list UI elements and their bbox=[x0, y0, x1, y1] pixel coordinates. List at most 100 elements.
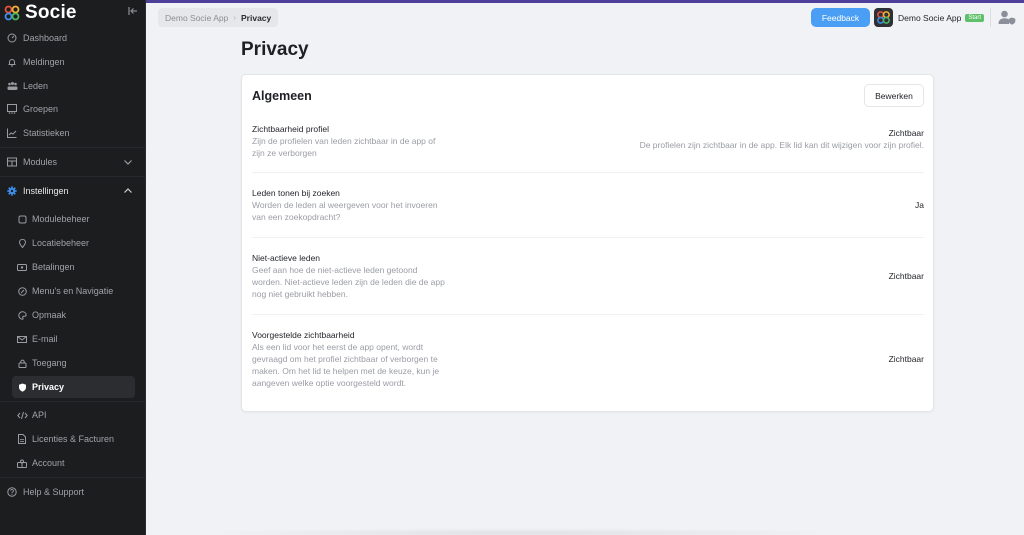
sidebar-item-statistieken[interactable]: Statistieken bbox=[0, 122, 146, 144]
app-name: Demo Socie App bbox=[898, 12, 962, 23]
chevron-down-icon bbox=[124, 160, 132, 165]
row-divider bbox=[252, 237, 924, 238]
sidebar-item-label: Dashboard bbox=[23, 33, 68, 43]
chart-icon bbox=[6, 127, 18, 139]
brand[interactable]: Socie bbox=[4, 2, 77, 24]
sidebar-divider bbox=[0, 401, 146, 402]
payment-icon bbox=[16, 261, 28, 273]
sidebar-item-modules[interactable]: Modules bbox=[0, 151, 146, 173]
setting-label: Niet-actieve leden bbox=[252, 253, 321, 263]
members-icon bbox=[6, 80, 18, 92]
brand-name: Socie bbox=[25, 2, 77, 23]
palette-icon bbox=[16, 309, 28, 321]
setting-description: Als een lid voor het eerst de app opent,… bbox=[252, 342, 440, 388]
setting-row-suggested-visibility: Voorgestelde zichtbaarheid Als een lid v… bbox=[252, 329, 924, 389]
socie-logo-icon bbox=[4, 5, 20, 21]
sidebar-item-label: Privacy bbox=[32, 382, 65, 392]
sidebar-divider bbox=[0, 176, 146, 177]
sidebar-item-instellingen[interactable]: Instellingen bbox=[0, 180, 146, 202]
sidebar-item-label: Modules bbox=[23, 157, 58, 167]
setting-label: Leden tonen bij zoeken bbox=[252, 188, 340, 198]
sidebar-item-api[interactable]: API bbox=[0, 404, 146, 426]
sidebar-item-help-support[interactable]: Help & Support bbox=[0, 481, 146, 503]
account-icon bbox=[16, 457, 28, 469]
sidebar-item-toegang[interactable]: Toegang bbox=[0, 352, 146, 374]
collapse-sidebar-button[interactable] bbox=[126, 4, 140, 18]
code-icon bbox=[16, 409, 28, 421]
setting-value: Zichtbaar bbox=[888, 354, 924, 364]
sidebar-item-label: Licenties & Facturen bbox=[32, 434, 115, 444]
setting-label: Zichtbaarheid profiel bbox=[252, 124, 330, 134]
sidebar-item-leden[interactable]: Leden bbox=[0, 75, 146, 97]
sidebar-item-label: Modulebeheer bbox=[32, 214, 90, 224]
setting-value: Zichtbaar bbox=[888, 128, 924, 138]
sidebar-item-betalingen[interactable]: Betalingen bbox=[0, 256, 146, 278]
sidebar-item-menus-navigatie[interactable]: Menu's en Navigatie bbox=[0, 280, 146, 302]
sidebar-item-label: Meldingen bbox=[23, 57, 65, 67]
sidebar-item-label: API bbox=[32, 410, 47, 420]
card-title: Algemeen bbox=[252, 89, 312, 103]
setting-description: Worden de leden al weergeven voor het in… bbox=[252, 200, 438, 222]
top-announcement-strip bbox=[146, 0, 1024, 3]
sidebar-item-label: Opmaak bbox=[32, 310, 67, 320]
sidebar-item-label: Help & Support bbox=[23, 487, 85, 497]
user-admin-button[interactable] bbox=[997, 8, 1017, 27]
collapse-left-icon bbox=[128, 7, 137, 15]
row-divider bbox=[252, 314, 924, 315]
table-icon bbox=[6, 156, 18, 168]
sidebar-item-label: Groepen bbox=[23, 104, 59, 114]
groups-icon bbox=[6, 103, 18, 115]
document-icon bbox=[16, 433, 28, 445]
breadcrumb: Demo Socie App › Privacy bbox=[158, 8, 279, 27]
setting-row-inactive-members: Niet-actieve leden Geef aan hoe de niet-… bbox=[252, 252, 924, 300]
row-divider bbox=[252, 172, 924, 173]
sidebar-divider bbox=[0, 477, 146, 478]
setting-row-profile-visibility: Zichtbaarheid profiel Zijn de profielen … bbox=[252, 123, 924, 163]
plan-badge: Start bbox=[965, 13, 984, 22]
setting-value: Zichtbaar bbox=[888, 271, 924, 281]
sidebar-item-label: Betalingen bbox=[32, 262, 75, 272]
mail-icon bbox=[16, 333, 28, 345]
sidebar-item-groepen[interactable]: Groepen bbox=[0, 98, 146, 120]
sidebar-item-label: Account bbox=[32, 458, 65, 468]
sidebar-item-dashboard[interactable]: Dashboard bbox=[0, 27, 146, 49]
sidebar-item-label: Statistieken bbox=[23, 128, 70, 138]
app-switcher[interactable]: Demo Socie App Start bbox=[874, 8, 984, 27]
sidebar-item-label: Leden bbox=[23, 81, 49, 91]
sidebar-item-email[interactable]: E-mail bbox=[0, 328, 146, 350]
sidebar-item-label: Menu's en Navigatie bbox=[32, 286, 114, 296]
user-shield-icon bbox=[998, 10, 1016, 25]
compass-icon bbox=[16, 285, 28, 297]
bottom-shadow bbox=[190, 528, 850, 535]
bell-icon bbox=[6, 56, 18, 68]
sidebar-item-locatiebeheer[interactable]: Locatiebeheer bbox=[0, 232, 146, 254]
help-icon bbox=[6, 486, 18, 498]
sidebar-item-opmaak[interactable]: Opmaak bbox=[0, 304, 146, 326]
gear-icon bbox=[6, 185, 18, 197]
setting-value-description: De profielen zijn zichtbaar in de app. E… bbox=[639, 140, 924, 150]
square-icon bbox=[16, 213, 28, 225]
sidebar-divider bbox=[0, 147, 146, 148]
chevron-right-icon: › bbox=[233, 13, 236, 22]
breadcrumb-current: Privacy bbox=[241, 12, 272, 23]
breadcrumb-app-link[interactable]: Demo Socie App bbox=[165, 13, 228, 23]
sidebar-item-licenties-facturen[interactable]: Licenties & Facturen bbox=[0, 428, 146, 450]
app-logo-icon bbox=[874, 8, 893, 27]
edit-button[interactable]: Bewerken bbox=[864, 84, 924, 107]
sidebar-item-meldingen[interactable]: Meldingen bbox=[0, 51, 146, 73]
sidebar-item-label: E-mail bbox=[32, 334, 58, 344]
sidebar-item-label: Locatiebeheer bbox=[32, 238, 90, 248]
setting-value: Ja bbox=[915, 200, 924, 210]
feedback-button[interactable]: Feedback bbox=[811, 8, 870, 27]
setting-description: Geef aan hoe de niet-actieve leden getoo… bbox=[252, 265, 445, 299]
setting-description: Zijn de profielen van leden zichtbaar in… bbox=[252, 136, 436, 158]
dashboard-icon bbox=[6, 32, 18, 44]
sidebar-item-account[interactable]: Account bbox=[0, 452, 146, 474]
sidebar-item-modulebeheer[interactable]: Modulebeheer bbox=[0, 208, 146, 230]
location-pin-icon bbox=[16, 237, 28, 249]
sidebar-item-privacy[interactable]: Privacy bbox=[12, 376, 135, 398]
shield-icon bbox=[16, 381, 28, 393]
header-divider bbox=[990, 8, 991, 27]
sidebar: Socie Dashboard Meldingen Leden Groepen … bbox=[0, 0, 146, 535]
sidebar-item-label: Toegang bbox=[32, 358, 67, 368]
